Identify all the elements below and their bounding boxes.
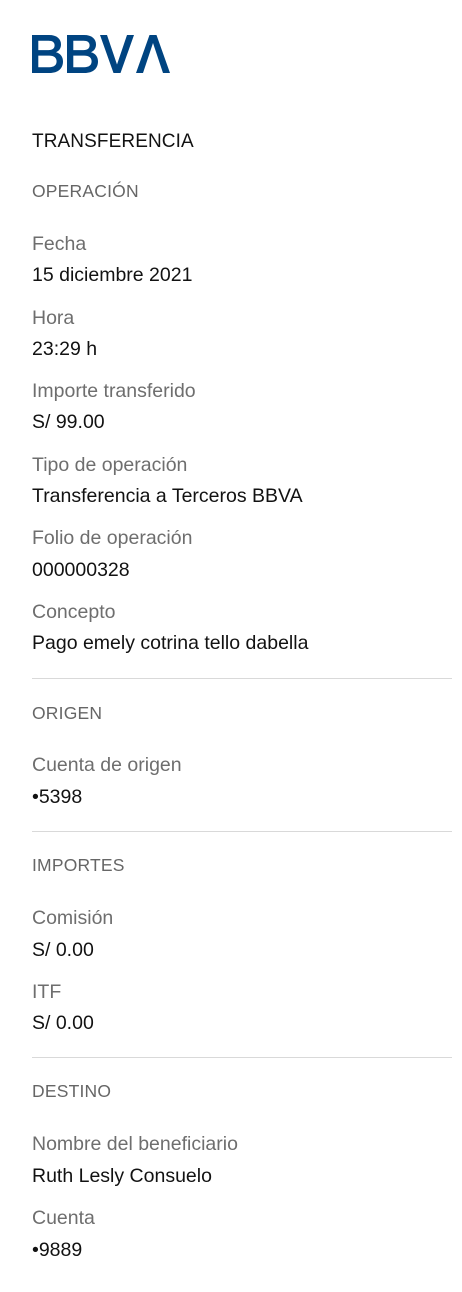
itf-value: S/ 0.00: [32, 1012, 94, 1034]
bbva-logo-image: [32, 35, 170, 73]
date-value: 15 diciembre 2021: [32, 264, 193, 286]
bbva-logo: [32, 32, 174, 76]
beneficiary-value: Ruth Lesly Consuelo: [32, 1165, 212, 1187]
divider: [32, 678, 452, 679]
divider: [32, 1057, 452, 1058]
folio-label: Folio de operación: [32, 527, 193, 549]
receipt-title: TRANSFERENCIA: [32, 131, 194, 152]
section-heading-origin: ORIGEN: [32, 703, 103, 723]
commission-value: S/ 0.00: [32, 939, 94, 961]
operation-type-value: Transferencia a Terceros BBVA: [32, 485, 303, 507]
amount-label: Importe transferido: [32, 380, 196, 402]
divider: [32, 831, 452, 832]
section-heading-operation: OPERACIÓN: [32, 181, 139, 201]
concept-label: Concepto: [32, 601, 116, 623]
operation-type-label: Tipo de operación: [32, 454, 188, 476]
itf-label: ITF: [32, 981, 62, 1003]
folio-value: 000000328: [32, 559, 130, 581]
date-label: Fecha: [32, 233, 87, 255]
section-heading-destination: DESTINO: [32, 1081, 112, 1101]
amount-value: S/ 99.00: [32, 411, 105, 433]
time-label: Hora: [32, 307, 75, 329]
destination-account-value: •9889: [32, 1239, 83, 1261]
concept-value: Pago emely cotrina tello dabella: [32, 632, 309, 654]
destination-account-label: Cuenta: [32, 1207, 95, 1229]
time-value: 23:29 h: [32, 338, 98, 360]
beneficiary-label: Nombre del beneficiario: [32, 1133, 238, 1155]
origin-account-label: Cuenta de origen: [32, 754, 182, 776]
section-heading-amounts: IMPORTES: [32, 855, 125, 875]
commission-label: Comisión: [32, 907, 114, 929]
origin-account-value: •5398: [32, 786, 83, 808]
